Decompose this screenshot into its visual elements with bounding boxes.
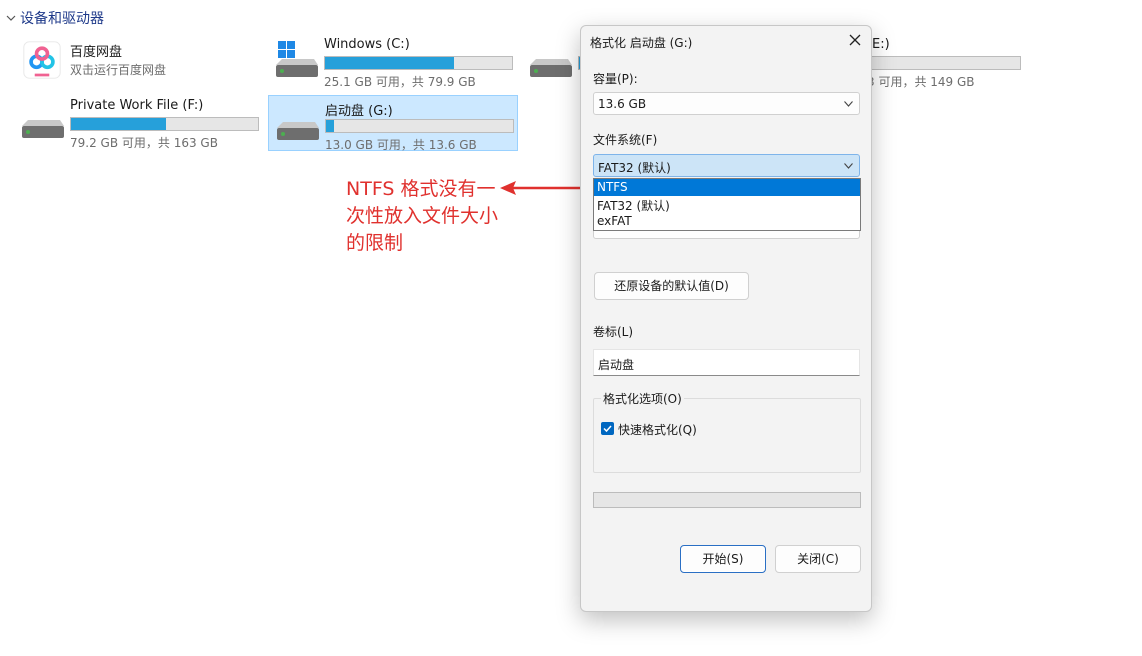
drive-c[interactable]: Windows (C:) 25.1 GB 可用，共 79.9 GB xyxy=(268,33,518,89)
quick-format-label: 快速格式化(Q) xyxy=(618,423,697,437)
drive-name: 启动盘 (G:) xyxy=(325,104,393,119)
hard-drive-icon xyxy=(530,59,572,77)
drive-usage-bar xyxy=(70,117,259,131)
close-icon[interactable] xyxy=(847,32,863,48)
capacity-label: 容量(P): xyxy=(593,72,638,86)
drive-name: Windows (C:) xyxy=(324,37,410,52)
checkmark-icon xyxy=(603,425,612,433)
drive-baidu[interactable]: 百度网盘 双击运行百度网盘 xyxy=(14,37,264,93)
section-title: 设备和驱动器 xyxy=(20,11,104,27)
format-progress-bar xyxy=(593,492,861,508)
start-button[interactable]: 开始(S) xyxy=(680,545,766,573)
baidu-netdisk-icon xyxy=(23,41,61,79)
filesystem-label: 文件系统(F) xyxy=(593,133,658,147)
drive-usage-bar xyxy=(324,56,513,70)
hard-drive-icon xyxy=(277,122,319,140)
drive-free-space: 3 可用，共 149 GB xyxy=(867,75,975,89)
windows-drive-icon xyxy=(276,41,318,77)
hard-drive-icon xyxy=(22,120,64,138)
quick-format-checkbox[interactable] xyxy=(601,422,614,435)
filesystem-value: FAT32 (默认) xyxy=(598,161,671,175)
chevron-down-icon xyxy=(844,163,853,169)
drive-subtitle: 双击运行百度网盘 xyxy=(70,63,167,77)
drive-name: 百度网盘 xyxy=(70,45,123,60)
capacity-select[interactable]: 13.6 GB xyxy=(593,92,860,115)
drive-name: Private Work File (F:) xyxy=(70,98,204,113)
drive-free-space: 25.1 GB 可用，共 79.9 GB xyxy=(324,75,476,89)
dropdown-option-exfat[interactable]: exFAT xyxy=(594,213,860,230)
chevron-down-icon xyxy=(844,101,853,107)
close-button[interactable]: 关闭(C) xyxy=(775,545,861,573)
drive-usage-bar xyxy=(325,119,514,133)
drive-free-space: 79.2 GB 可用，共 163 GB xyxy=(70,136,218,150)
drive-name: E:) xyxy=(872,37,890,52)
dropdown-option-ntfs[interactable]: NTFS xyxy=(594,179,860,196)
drive-free-space: 13.0 GB 可用，共 13.6 GB xyxy=(325,138,477,152)
chevron-down-icon xyxy=(6,15,16,21)
format-dialog: 格式化 启动盘 (G:) 容量(P): 13.6 GB 文件系统(F) FAT3… xyxy=(580,25,872,612)
format-options-label: 格式化选项(O) xyxy=(601,390,684,407)
restore-defaults-button[interactable]: 还原设备的默认值(D) xyxy=(594,272,749,300)
filesystem-select[interactable]: FAT32 (默认) xyxy=(593,154,860,177)
capacity-value: 13.6 GB xyxy=(598,97,647,111)
filesystem-dropdown-list: NTFS FAT32 (默认) exFAT xyxy=(593,178,861,231)
drive-g[interactable]: 启动盘 (G:) 13.0 GB 可用，共 13.6 GB xyxy=(268,95,518,152)
devices-section-header[interactable]: 设备和驱动器 xyxy=(6,8,104,28)
drive-f[interactable]: Private Work File (F:) 79.2 GB 可用，共 163 … xyxy=(14,94,264,150)
dropdown-option-fat32[interactable]: FAT32 (默认) xyxy=(594,196,860,213)
annotation-text: NTFS 格式没有一次性放入文件大小的限制 xyxy=(346,178,499,254)
dialog-title: 格式化 启动盘 (G:) xyxy=(590,36,693,50)
volume-label-label: 卷标(L) xyxy=(593,325,634,339)
volume-label-input[interactable]: 启动盘 xyxy=(593,349,860,376)
